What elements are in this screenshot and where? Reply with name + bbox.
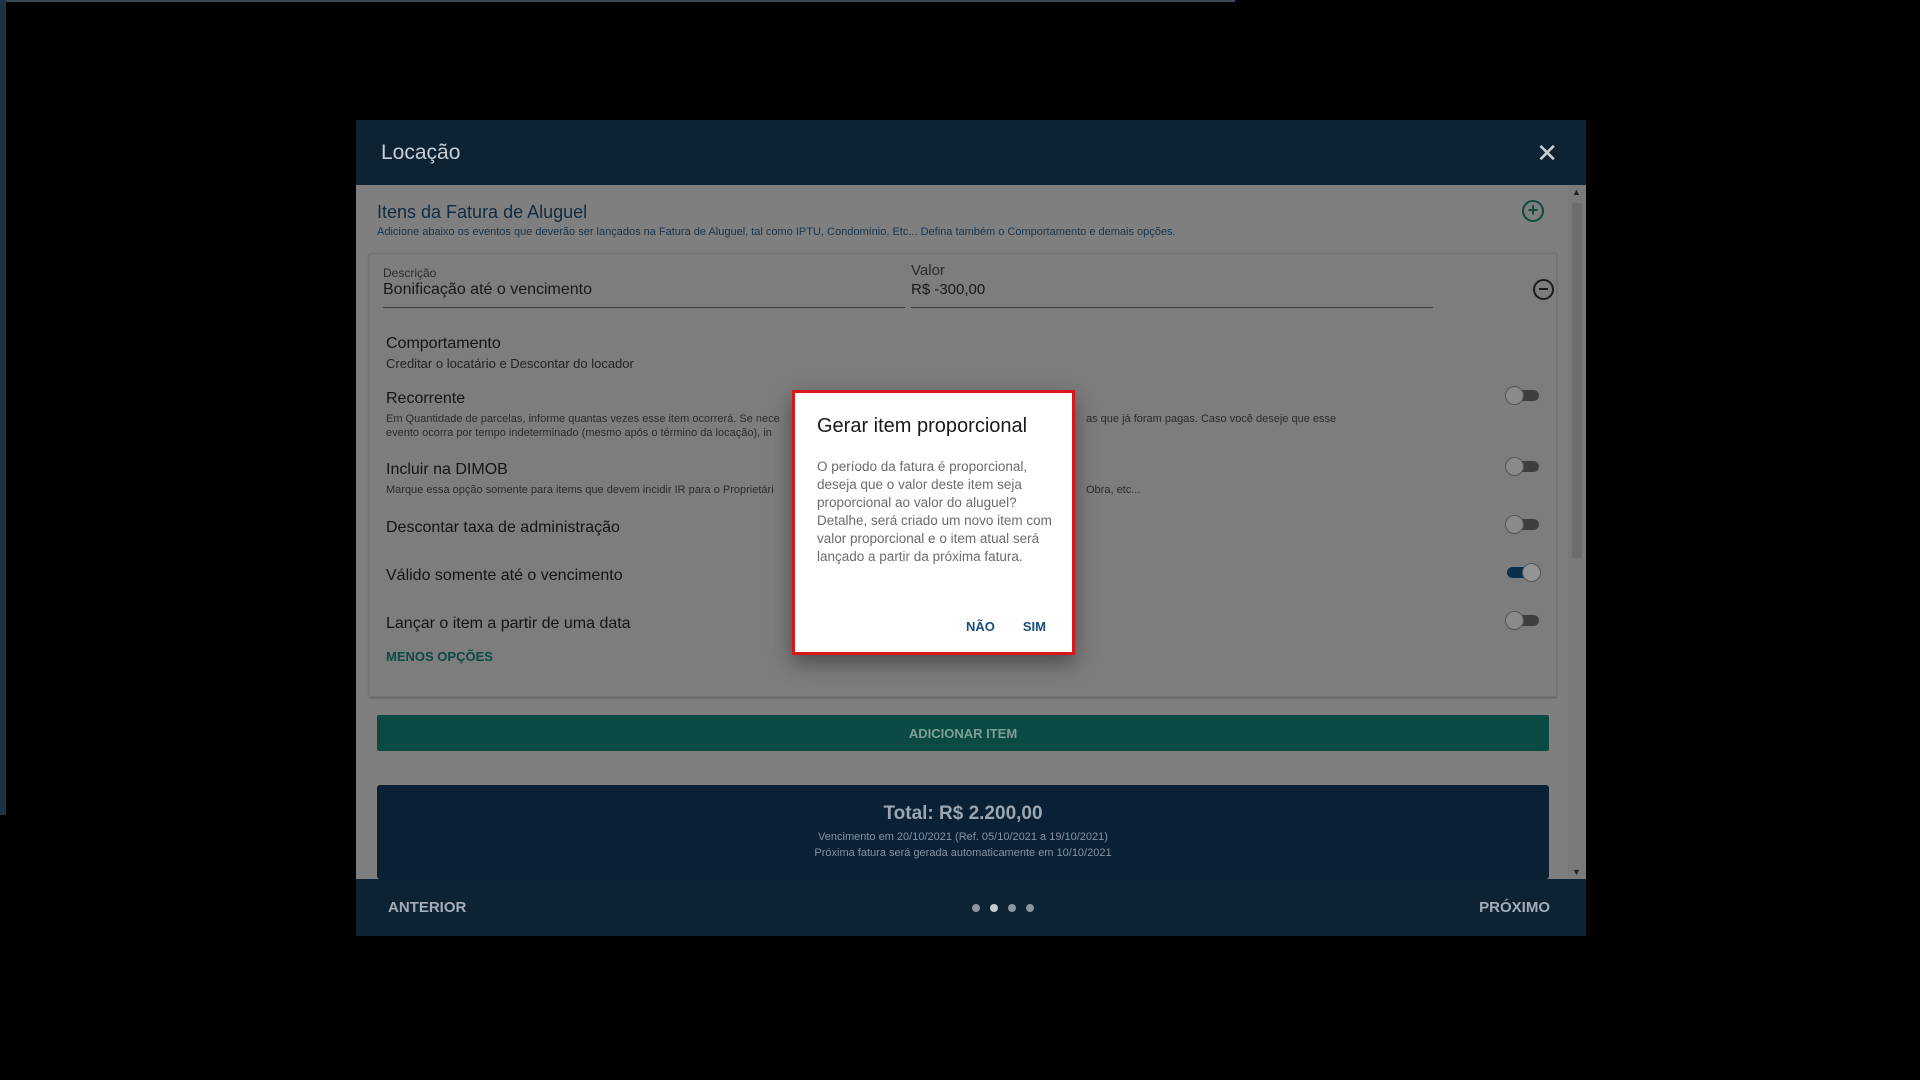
add-item-button[interactable]: ADICIONAR ITEM bbox=[377, 715, 1549, 751]
scroll-thumb[interactable] bbox=[1572, 203, 1582, 558]
valido-toggle[interactable] bbox=[1505, 562, 1541, 582]
descricao-input[interactable]: Bonificação até o vencimento bbox=[383, 281, 592, 299]
step-dot bbox=[1007, 903, 1016, 912]
section-subtitle: Adicione abaixo os eventos que deverão s… bbox=[377, 226, 1176, 238]
comportamento-select[interactable]: Creditar o locatário e Descontar do loca… bbox=[386, 356, 634, 371]
modal-title: Locação bbox=[381, 140, 461, 164]
scroll-up-icon[interactable]: ▲ bbox=[1572, 187, 1581, 197]
section-title: Itens da Fatura de Aluguel bbox=[377, 202, 588, 222]
recorrente-desc-2: evento ocorra por tempo indeterminado (m… bbox=[386, 427, 772, 439]
modal-footer: ANTERIOR PRÓXIMO bbox=[356, 879, 1586, 936]
dimob-title: Incluir na DIMOB bbox=[386, 461, 508, 478]
dimob-toggle[interactable] bbox=[1505, 456, 1541, 476]
descricao-label: Descrição bbox=[383, 266, 437, 280]
valor-input[interactable]: R$ -300,00 bbox=[911, 281, 985, 298]
lancar-title: Lançar o item a partir de uma data bbox=[386, 615, 631, 632]
valido-title: Válido somente até o vencimento bbox=[386, 567, 623, 584]
add-circle-icon[interactable]: + bbox=[1522, 200, 1544, 222]
background-top-bar bbox=[0, 0, 1235, 2]
background-sidebar-strip bbox=[0, 0, 6, 815]
taxa-toggle[interactable] bbox=[1505, 514, 1541, 534]
valor-underline bbox=[911, 307, 1433, 308]
dimob-desc: Marque essa opção somente para items que… bbox=[386, 484, 774, 496]
dialog-title: Gerar item proporcional bbox=[817, 415, 1028, 437]
scrollbar[interactable]: ▲ ▼ bbox=[1568, 185, 1586, 879]
recorrente-title: Recorrente bbox=[386, 390, 466, 407]
modal-header: Locação ✕ bbox=[356, 120, 1586, 185]
comportamento-title: Comportamento bbox=[386, 335, 501, 352]
previous-button[interactable]: ANTERIOR bbox=[388, 899, 466, 916]
dialog-no-button[interactable]: NÃO bbox=[966, 619, 995, 634]
next-button[interactable]: PRÓXIMO bbox=[1479, 899, 1550, 916]
taxa-title: Descontar taxa de administração bbox=[386, 519, 620, 536]
due-date-line: Vencimento em 20/10/2021 (Ref. 05/10/202… bbox=[818, 831, 1108, 843]
step-dot bbox=[971, 903, 980, 912]
scroll-down-icon[interactable]: ▼ bbox=[1572, 867, 1581, 877]
descricao-underline bbox=[383, 307, 905, 308]
total-title: Total: R$ 2.200,00 bbox=[883, 803, 1043, 824]
dimob-desc-right: Obra, etc... bbox=[1086, 484, 1141, 496]
step-indicator bbox=[971, 903, 1034, 912]
lancar-toggle[interactable] bbox=[1505, 610, 1541, 630]
less-options-link[interactable]: MENOS OPÇÕES bbox=[386, 649, 493, 664]
recorrente-desc-1: Em Quantidade de parcelas, informe quant… bbox=[386, 413, 780, 425]
recorrente-toggle[interactable] bbox=[1505, 385, 1541, 405]
close-icon[interactable]: ✕ bbox=[1536, 140, 1558, 166]
step-dot bbox=[989, 903, 998, 912]
total-summary: Total: R$ 2.200,00 Vencimento em 20/10/2… bbox=[377, 785, 1549, 879]
remove-circle-icon[interactable] bbox=[1533, 279, 1554, 300]
next-invoice-line: Próxima fatura será gerada automaticamen… bbox=[814, 847, 1112, 859]
step-dot bbox=[1025, 903, 1034, 912]
dialog-text: O período da fatura é proporcional, dese… bbox=[817, 459, 1052, 564]
proportional-item-dialog: Gerar item proporcional O período da fat… bbox=[792, 390, 1075, 655]
valor-label: Valor bbox=[911, 262, 945, 279]
dialog-yes-button[interactable]: SIM bbox=[1023, 619, 1046, 634]
recorrente-desc-1-right: as que já foram pagas. Caso você deseje … bbox=[1086, 413, 1337, 425]
dialog-actions: NÃO SIM bbox=[966, 619, 1046, 634]
